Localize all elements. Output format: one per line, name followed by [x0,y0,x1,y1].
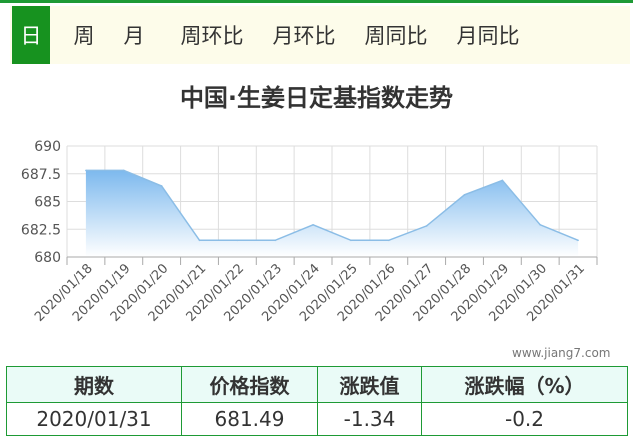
data-point [85,169,87,172]
header-change-value: 涨跌值 [317,366,422,403]
header-period: 期数 [6,366,182,403]
cell-period: 2020/01/31 [6,402,182,436]
y-tick-label: 685 [34,195,61,211]
data-point [387,239,390,242]
data-point [122,169,125,172]
table-row: 2020/01/31 681.49 -1.34 -0.2 [6,402,628,436]
latest-index-table: 期数 价格指数 涨跌值 涨跌幅（%） 2020/01/31 681.49 -1.… [6,366,628,436]
cell-change-value: -1.34 [317,402,422,436]
data-point [198,239,201,242]
index-trend-chart: 690687.5685682.56802020/01/182020/01/192… [21,139,598,325]
data-point [463,194,466,196]
y-tick-label: 690 [34,139,61,155]
header-price-index: 价格指数 [181,366,318,403]
data-point [160,185,163,187]
data-point [425,225,428,227]
data-point [577,239,579,242]
data-point [350,239,352,242]
header-change-percent: 涨跌幅（%） [421,366,628,403]
data-point [501,179,504,182]
table-header-row: 期数 价格指数 涨跌值 涨跌幅（%） [6,366,628,403]
data-point [539,224,542,226]
site-watermark: www.jiang7.com [512,346,611,360]
y-tick-label: 687.5 [21,167,61,183]
y-tick-label: 682.5 [21,222,61,238]
data-point [236,239,239,242]
cell-change-percent: -0.2 [421,402,628,436]
cell-price-index: 681.49 [181,402,318,436]
data-point [274,239,277,242]
data-point [312,224,314,226]
y-tick-label: 680 [34,250,61,266]
